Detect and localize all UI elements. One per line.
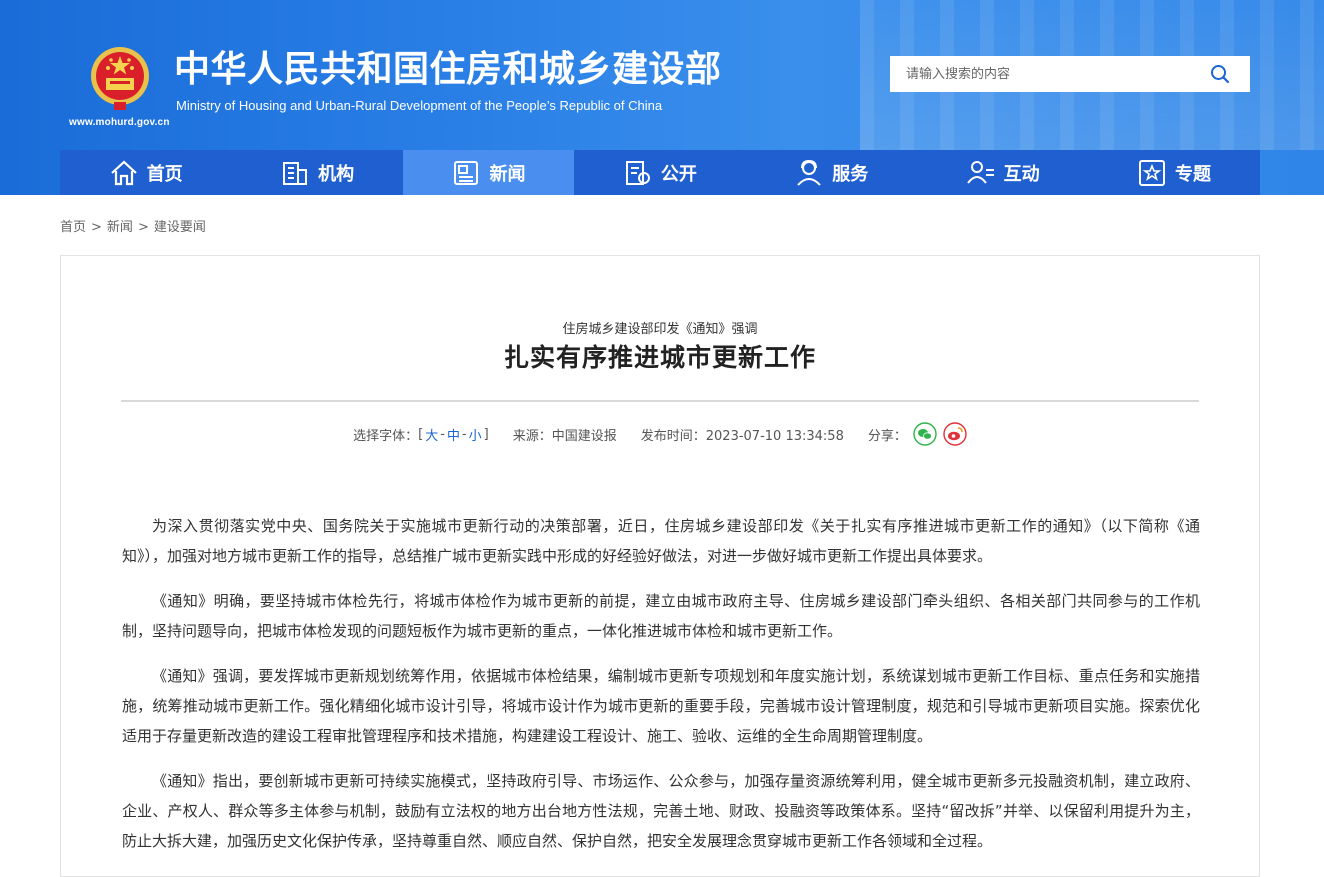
- nav-label: 公开: [660, 163, 697, 185]
- document-icon: [625, 160, 650, 185]
- nav-item-news[interactable]: 新闻: [402, 150, 575, 195]
- site-url: www.mohurd.gov.cn: [69, 117, 170, 128]
- search-box: [890, 56, 1250, 92]
- weibo-icon[interactable]: [943, 422, 967, 446]
- article-kicker: 住房城乡建设部印发《通知》强调: [562, 322, 758, 337]
- article-meta: 选择字体： [ 大-中-小 ] 来源：中国建设报 发布时间：2023-07-10…: [61, 422, 1259, 446]
- nav-label: 新闻: [489, 163, 526, 185]
- font-medium-link[interactable]: 中: [447, 425, 460, 444]
- share-label: 分享：: [867, 428, 907, 444]
- nav-label: 服务: [832, 163, 869, 185]
- font-large-link[interactable]: 大: [425, 425, 438, 444]
- font-small-link[interactable]: 小: [469, 425, 482, 444]
- nav-item-home[interactable]: 首页: [60, 150, 231, 195]
- site-header: www.mohurd.gov.cn 中华人民共和国住房和城乡建设部 Minist…: [0, 0, 1324, 195]
- nav-item-topics[interactable]: 专题: [1088, 150, 1259, 195]
- nav-label: 互动: [1003, 163, 1040, 185]
- article-container: 住房城乡建设部印发《通知》强调 扎实有序推进城市更新工作 选择字体： [ 大-中…: [60, 255, 1260, 877]
- article-title: 扎实有序推进城市更新工作: [503, 343, 816, 372]
- search-icon[interactable]: [1210, 64, 1230, 84]
- nav-item-public[interactable]: 公开: [574, 150, 745, 195]
- font-size-selector: 选择字体： [ 大-中-小 ]: [353, 425, 489, 444]
- nav-label: 专题: [1175, 163, 1212, 185]
- nav-item-service[interactable]: 服务: [746, 150, 917, 195]
- breadcrumb-separator: >: [91, 220, 102, 235]
- article-paragraph: 《通知》明确，要坚持城市体检先行，将城市体检作为城市更新的前提，建立由城市政府主…: [122, 592, 1200, 640]
- interaction-icon: [966, 160, 994, 184]
- article-body: 为深入贯彻落实党中央、国务院关于实施城市更新行动的决策部署，近日，住房城乡建设部…: [122, 511, 1200, 871]
- breadcrumb-home[interactable]: 首页: [60, 220, 86, 235]
- nav-item-organization[interactable]: 机构: [231, 150, 402, 195]
- nav-label: 机构: [318, 163, 355, 185]
- nav-label: 首页: [146, 163, 183, 185]
- news-icon: [454, 160, 479, 185]
- national-emblem-logo: [91, 47, 149, 110]
- font-bracket-open: [: [418, 426, 424, 442]
- site-title[interactable]: 中华人民共和国住房和城乡建设部: [174, 48, 722, 92]
- share-group: 分享：: [868, 422, 967, 446]
- breadcrumb-current[interactable]: 建设要闻: [154, 220, 206, 235]
- nav-item-interaction[interactable]: 互动: [917, 150, 1088, 195]
- article-paragraph: 《通知》强调，要发挥城市更新规划统筹作用，依据城市体检结果，编制城市更新专项规划…: [122, 667, 1200, 745]
- article-paragraph: 《通知》指出，要创新城市更新可持续实施模式，坚持政府引导、市场运作、公众参与，加…: [122, 772, 1200, 850]
- star-icon: [1139, 159, 1166, 186]
- font-bracket-close: ]: [483, 426, 489, 442]
- article-source: 来源：中国建设报: [512, 428, 617, 444]
- main-nav: 首页 机构 新闻 公开 服务 互动 专题: [60, 150, 1260, 195]
- breadcrumb-separator: >: [137, 220, 149, 235]
- building-icon: [283, 161, 308, 185]
- site-subtitle: Ministry of Housing and Urban-Rural Deve…: [176, 98, 663, 113]
- font-size-label: 选择字体：: [353, 428, 419, 444]
- breadcrumb-news[interactable]: 新闻: [107, 220, 133, 235]
- article-paragraph: 为深入贯彻落实党中央、国务院关于实施城市更新行动的决策部署，近日，住房城乡建设部…: [122, 517, 1200, 565]
- breadcrumb: 首页 > 新闻 > 建设要闻: [60, 216, 206, 235]
- home-icon: [110, 160, 137, 185]
- title-divider: [121, 400, 1199, 402]
- publish-time: 发布时间：2023-07-10 13:34:58: [640, 428, 844, 444]
- search-input[interactable]: [890, 56, 1206, 92]
- service-icon: [797, 159, 821, 186]
- wechat-icon[interactable]: [913, 422, 937, 446]
